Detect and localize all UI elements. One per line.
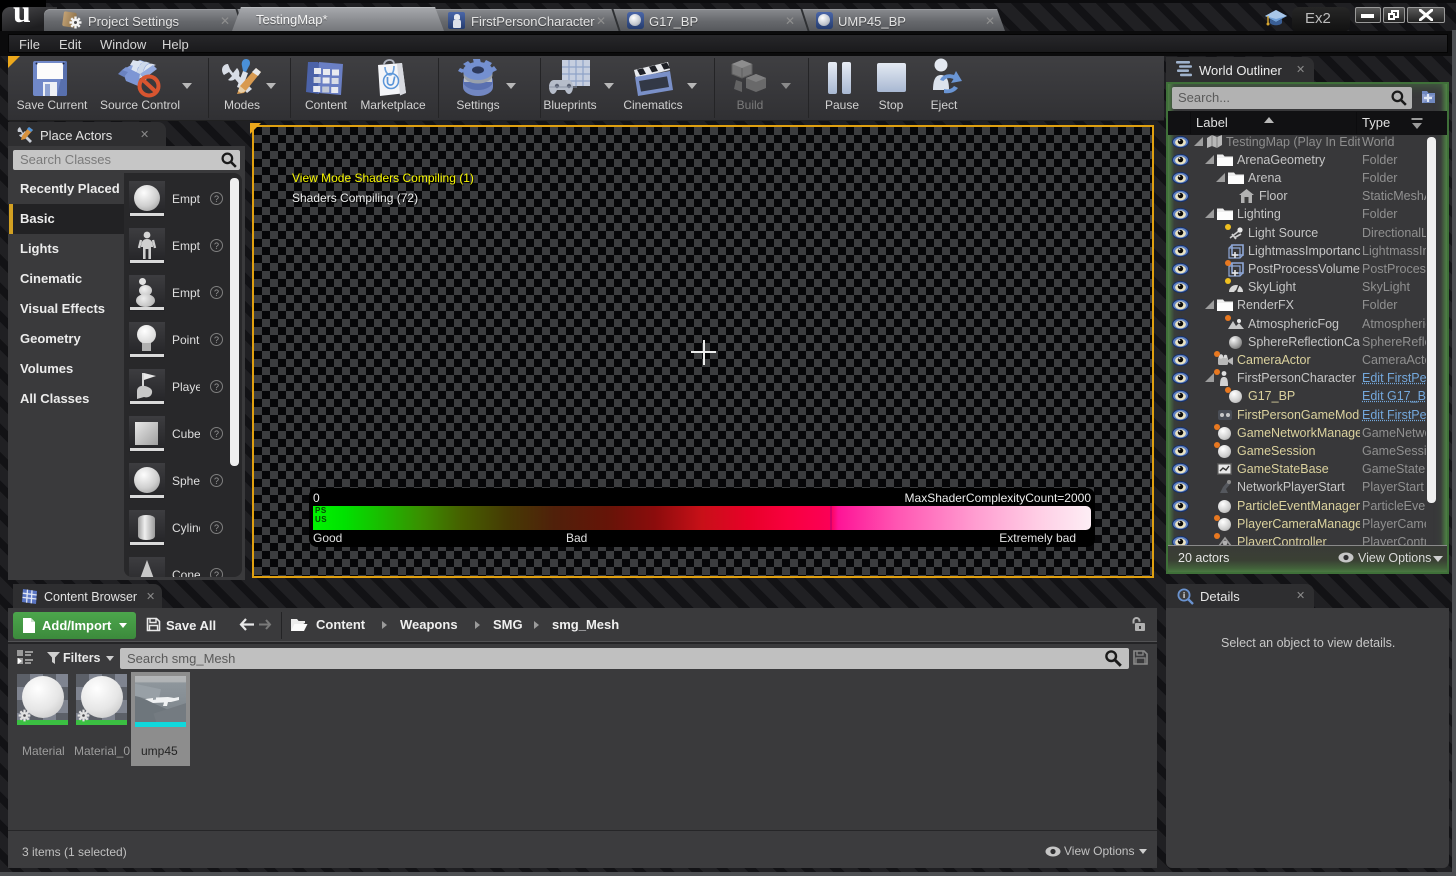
svg-text:i: i [1183,590,1185,600]
